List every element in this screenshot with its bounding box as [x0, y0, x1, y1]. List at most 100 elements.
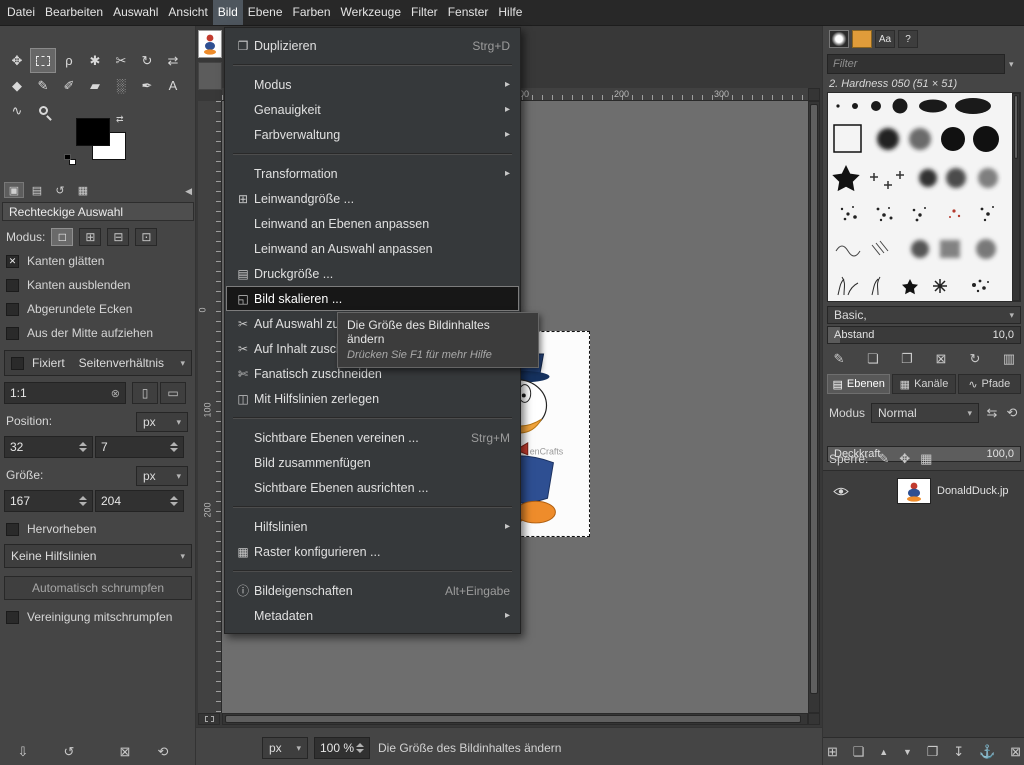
menu-filter[interactable]: Filter	[406, 0, 443, 25]
mode-replace-button[interactable]: □	[51, 228, 73, 246]
menu-item-druckgroesse[interactable]: ▤ Druckgröße ...	[226, 261, 519, 286]
tool-move[interactable]: ✥	[4, 48, 30, 73]
mode-intersect-button[interactable]: ⊡	[135, 228, 157, 246]
tool-paintbrush[interactable]: ✐	[56, 73, 82, 98]
menu-bild[interactable]: Bild	[213, 0, 243, 25]
menu-item-bild-skalieren[interactable]: ◱ Bild skalieren ...	[226, 286, 519, 311]
brushes-tab[interactable]	[829, 30, 849, 48]
menu-item-transformation[interactable]: Transformation ▸	[226, 161, 519, 186]
position-unit-select[interactable]: px ▾	[136, 412, 188, 432]
undo-history-tab[interactable]: ↺	[50, 182, 70, 198]
stepper-up-icon[interactable]	[79, 496, 87, 500]
ratio-input[interactable]: 1:1 ⊗	[4, 382, 126, 404]
menu-item-duplizieren[interactable]: ❐ Duplizieren Strg+D	[226, 33, 519, 58]
menu-item-leinwandgroesse[interactable]: ⊞ Leinwandgröße ...	[226, 186, 519, 211]
brush-grid-scrollbar[interactable]	[1012, 93, 1020, 301]
menu-item-raster-konfigurieren[interactable]: ▦ Raster konfigurieren ...	[226, 539, 519, 564]
menu-werkzeuge[interactable]: Werkzeuge	[336, 0, 406, 25]
edit-brush-button[interactable]: ✎	[827, 349, 851, 369]
menu-farben[interactable]: Farben	[288, 0, 336, 25]
image-tab-thumbnail[interactable]	[198, 30, 222, 58]
menu-item-leinwand-an-ebenen[interactable]: Leinwand an Ebenen anpassen	[226, 211, 519, 236]
zoom-control[interactable]: 100 %	[314, 737, 370, 759]
fixed-checkbox-icon[interactable]	[11, 357, 24, 370]
stepper-down-icon[interactable]	[170, 448, 178, 452]
portrait-orientation-button[interactable]: ▯	[132, 382, 158, 404]
menu-item-bild-zusammenfuegen[interactable]: Bild zusammenfügen	[226, 450, 519, 475]
tool-free-select[interactable]: ρ	[56, 48, 82, 73]
patterns-tab[interactable]	[852, 30, 872, 48]
stepper-down-icon[interactable]	[170, 502, 178, 506]
lock-position-icon[interactable]: ✥	[899, 451, 910, 467]
tool-options-tab[interactable]: ▣	[4, 182, 24, 198]
menu-datei[interactable]: Datei	[2, 0, 40, 25]
device-status-tab[interactable]: ▤	[27, 182, 47, 198]
position-y-field[interactable]: 7	[95, 436, 184, 458]
checkbox-icon[interactable]	[6, 327, 19, 340]
stepper-up-icon[interactable]	[170, 442, 178, 446]
tab-ebenen[interactable]: ▤ Ebenen	[827, 374, 890, 394]
fonts-tab[interactable]: Aa	[875, 30, 895, 48]
stepper-up-icon[interactable]	[170, 496, 178, 500]
ruler-corner-button[interactable]	[808, 88, 820, 101]
duplicate-layer-button[interactable]: ❐	[927, 744, 939, 760]
stepper-down-icon[interactable]	[79, 502, 87, 506]
reset-mode-button[interactable]: ⟲	[1003, 403, 1021, 423]
menu-item-leinwand-an-auswahl[interactable]: Leinwand an Auswahl anpassen	[226, 236, 519, 261]
collapse-dock-icon[interactable]: ◀	[185, 186, 192, 197]
expand-from-center-option[interactable]: Aus der Mitte aufziehen	[6, 324, 153, 342]
landscape-orientation-button[interactable]: ▭	[160, 382, 186, 404]
menu-item-farbverwaltung[interactable]: Farbverwaltung ▸	[226, 122, 519, 147]
stepper-up-icon[interactable]	[79, 442, 87, 446]
duplicate-brush-button[interactable]: ❐	[895, 349, 919, 369]
tool-zoom[interactable]	[30, 98, 56, 123]
menu-item-bildeigenschaften[interactable]: ⓘ Bildeigenschaften Alt+Eingabe	[226, 578, 519, 603]
new-layer-button[interactable]: ⊞	[827, 744, 838, 760]
vertical-scrollbar-thumb[interactable]	[810, 104, 818, 694]
quick-mask-toggle[interactable]	[198, 713, 220, 725]
tool-text[interactable]: A	[160, 73, 186, 98]
size-unit-select[interactable]: px ▾	[136, 466, 188, 486]
checkbox-icon[interactable]	[6, 303, 19, 316]
vertical-scrollbar[interactable]	[808, 101, 820, 713]
horizontal-scrollbar-thumb[interactable]	[225, 715, 801, 723]
chevron-down-icon[interactable]: ▾	[1009, 59, 1014, 70]
lower-layer-button[interactable]: ▼	[903, 747, 912, 757]
swap-colors-icon[interactable]: ⇄	[116, 114, 124, 125]
feather-option[interactable]: Kanten ausblenden	[6, 276, 130, 294]
switch-mode-group-button[interactable]: ⇆	[983, 403, 1001, 423]
tab-kanaele[interactable]: ▦ Kanäle	[892, 374, 955, 394]
delete-brush-button[interactable]: ⊠	[929, 349, 953, 369]
mode-subtract-button[interactable]: ⊟	[107, 228, 129, 246]
layer-thumbnail[interactable]	[897, 478, 931, 504]
tab-pfade[interactable]: ∿ Pfade	[958, 374, 1021, 394]
tool-ink[interactable]: ✒	[134, 73, 160, 98]
guides-select[interactable]: Keine Hilfslinien ▾	[4, 544, 192, 568]
statusbar-unit-select[interactable]: px ▾	[262, 737, 308, 759]
horizontal-scrollbar[interactable]	[222, 713, 808, 725]
image-tab-secondary[interactable]	[198, 62, 222, 90]
stepper-down-icon[interactable]	[79, 448, 87, 452]
menu-ansicht[interactable]: Ansicht	[163, 0, 212, 25]
menu-item-ebenen-ausrichten[interactable]: Sichtbare Ebenen ausrichten ...	[226, 475, 519, 500]
checkbox-icon[interactable]	[6, 611, 19, 624]
tool-flip[interactable]: ⇄	[160, 48, 186, 73]
raise-layer-button[interactable]: ▲	[879, 747, 888, 757]
layer-mode-select[interactable]: Normal ▾	[871, 403, 979, 423]
stepper-down-icon[interactable]	[356, 749, 364, 753]
menu-item-genauigkeit[interactable]: Genauigkeit ▸	[226, 97, 519, 122]
tool-crop[interactable]: ✂	[108, 48, 134, 73]
menu-item-metadaten[interactable]: Metadaten ▸	[226, 603, 519, 628]
shrink-merged-option[interactable]: Vereinigung mitschrumpfen	[6, 608, 172, 626]
menu-bearbeiten[interactable]: Bearbeiten	[40, 0, 108, 25]
navigation-button[interactable]	[808, 713, 820, 725]
refresh-brushes-button[interactable]: ↻	[963, 349, 987, 369]
menu-auswahl[interactable]: Auswahl	[108, 0, 163, 25]
menu-item-ebenen-vereinen[interactable]: Sichtbare Ebenen vereinen ... Strg+M	[226, 425, 519, 450]
tool-airbrush[interactable]: ░	[108, 73, 134, 98]
brush-spacing-slider[interactable]: Abstand 10,0	[827, 326, 1021, 344]
menu-hilfe[interactable]: Hilfe	[493, 0, 527, 25]
tool-rectangle-select[interactable]	[30, 48, 56, 73]
open-brush-button[interactable]: ▥	[997, 349, 1021, 369]
menu-item-modus[interactable]: Modus ▸	[226, 72, 519, 97]
